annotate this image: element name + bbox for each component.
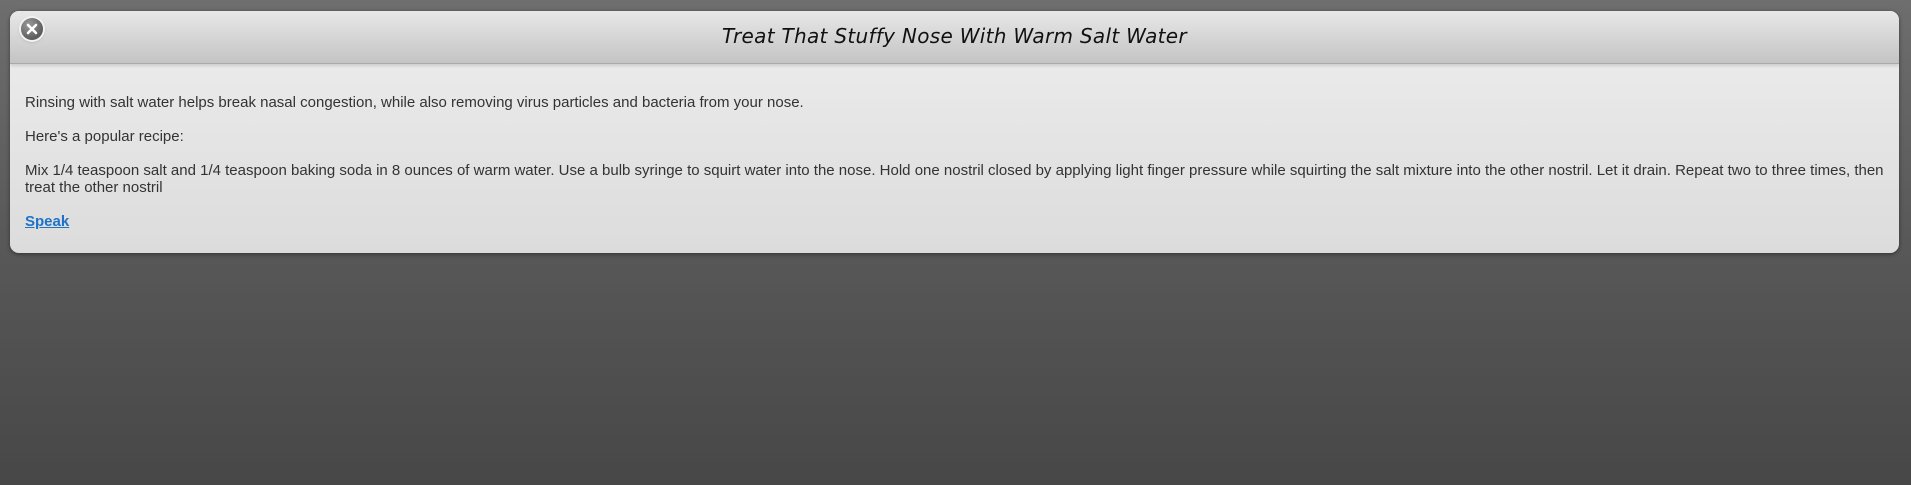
paragraph-recipe-steps: Mix 1/4 teaspoon salt and 1/4 teaspoon b…: [25, 162, 1884, 196]
paragraph-recipe-heading: Here's a popular recipe:: [25, 128, 184, 145]
tip-dialog: Treat That Stuffy Nose With Warm Salt Wa…: [10, 11, 1899, 253]
paragraph-intro: Rinsing with salt water helps break nasa…: [25, 94, 804, 111]
speak-link[interactable]: Speak: [25, 213, 69, 230]
dialog-titlebar: Treat That Stuffy Nose With Warm Salt Wa…: [10, 11, 1899, 64]
dialog-content: Rinsing with salt water helps break nasa…: [25, 94, 1885, 230]
dialog-title: Treat That Stuffy Nose With Warm Salt Wa…: [722, 24, 1187, 48]
